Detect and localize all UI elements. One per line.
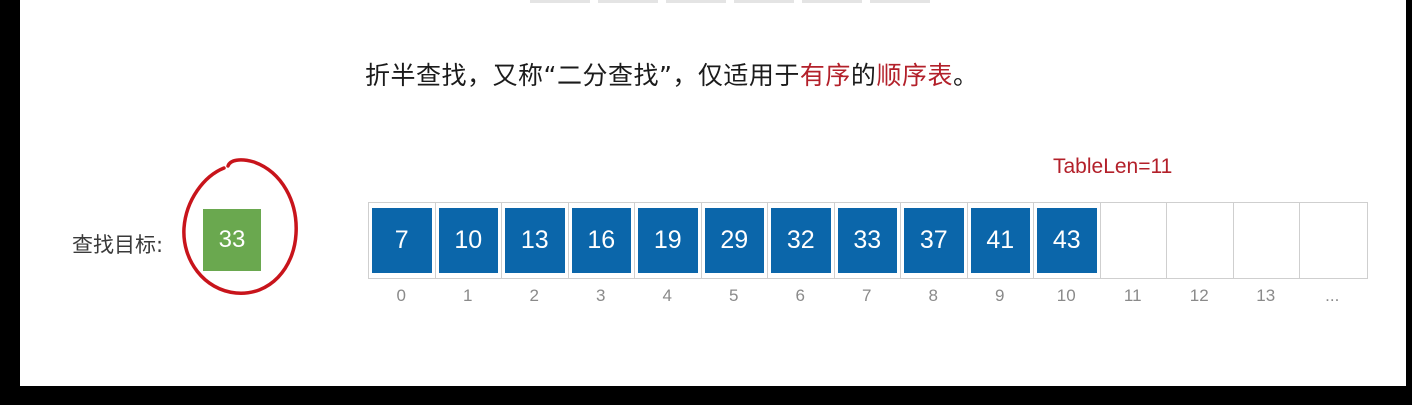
table-index-label: 5: [729, 286, 739, 305]
table-index-label: 3: [596, 286, 606, 305]
headline-text: 的: [850, 61, 877, 90]
table-index-label: 1: [463, 286, 473, 305]
table-index-label: 7: [862, 286, 872, 305]
table-index-label: 6: [795, 286, 805, 305]
table-cell: 43: [1033, 203, 1100, 278]
top-edge-mark: [802, 0, 862, 3]
table-cell: 13: [501, 203, 568, 278]
table-cell-value: 16: [571, 208, 631, 273]
table-cell: 41: [966, 203, 1034, 278]
table-cell-value: 10: [438, 208, 498, 273]
table-cell-value: 19: [638, 208, 698, 273]
headline-text: 折半查找，又称“二分查找”，仅适用于: [365, 61, 800, 90]
top-edge-mark: [734, 0, 794, 3]
table-cell-value: 32: [771, 208, 831, 273]
table-cell: 37: [900, 203, 967, 278]
table-cell: [1166, 203, 1233, 278]
table-cell: [1299, 203, 1366, 278]
table-cell-value: 33: [837, 208, 897, 273]
table-cell-value: 29: [704, 208, 764, 273]
table-cell: 33: [833, 203, 901, 278]
headline-accent-ordered: 有序: [799, 61, 851, 90]
table-cell: 29: [700, 203, 768, 278]
table-cell-value: 41: [970, 208, 1030, 273]
table-index-label: 2: [529, 286, 539, 305]
top-edge-mark: [598, 0, 658, 3]
table-cell: 7: [368, 203, 435, 278]
table-cell: 19: [634, 203, 701, 278]
table-index-label: 12: [1189, 286, 1209, 305]
table-cell: 10: [434, 203, 502, 278]
search-target-label: 查找目标:: [72, 233, 164, 257]
table-index-label: ...: [1325, 286, 1340, 305]
table-cell: 32: [767, 203, 834, 278]
table-cell-value: 7: [372, 208, 432, 273]
top-edge-mark: [666, 0, 726, 3]
video-frame: 折半查找，又称“二分查找”，仅适用于有序的顺序表。 TableLen=11 查找…: [0, 0, 1412, 405]
table-cell: 16: [567, 203, 635, 278]
table-cell-value: 13: [505, 208, 565, 273]
index-row: 0 1 2 3 4 5 6 7 8 9 10 11 12 13...: [368, 286, 1368, 310]
top-edge-mark: [530, 0, 590, 3]
table-index-label: 4: [662, 286, 672, 305]
table-index-label: 0: [396, 286, 406, 305]
headline-accent-sequential-table: 顺序表: [876, 61, 953, 90]
table-length-label: TableLen=11: [1053, 155, 1173, 178]
slide: 折半查找，又称“二分查找”，仅适用于有序的顺序表。 TableLen=11 查找…: [20, 0, 1406, 386]
table-cell: [1099, 203, 1167, 278]
sequential-table: 7 10 13 16 19 29 32 33 37 41 43: [368, 202, 1368, 279]
table-cell-value: 37: [904, 208, 964, 273]
table-index-label: 9: [995, 286, 1005, 305]
table-index-label: 10: [1056, 286, 1076, 305]
table-cell: [1232, 203, 1300, 278]
table-cell-value: 43: [1037, 208, 1097, 273]
headline-text: 。: [952, 61, 979, 90]
hand-drawn-circle-annotation: [182, 158, 298, 295]
table-index-label: 13: [1256, 286, 1276, 305]
top-edge-mark: [870, 0, 930, 3]
slide-headline: 折半查找，又称“二分查找”，仅适用于有序的顺序表。: [365, 56, 978, 92]
table-index-label: 8: [928, 286, 938, 305]
table-index-label: 11: [1123, 286, 1142, 305]
